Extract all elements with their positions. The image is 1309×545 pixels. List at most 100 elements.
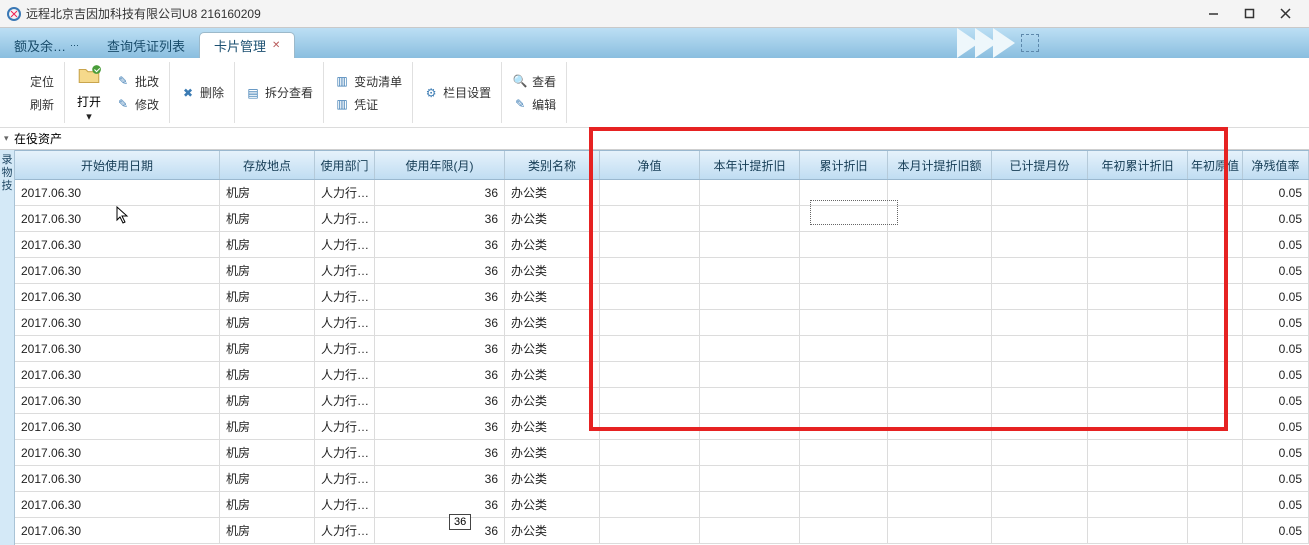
cell-months[interactable]: 36: [375, 336, 505, 361]
cell-monthDep[interactable]: [888, 362, 992, 387]
cell-yearBeginAcc[interactable]: [1088, 180, 1188, 205]
cell-months[interactable]: 36: [375, 180, 505, 205]
cell-location[interactable]: 机房: [220, 414, 315, 439]
cell-yearDep[interactable]: [700, 232, 800, 257]
cell-startDate[interactable]: 2017.06.30: [15, 492, 220, 517]
cell-netValue[interactable]: [600, 336, 700, 361]
tab-1[interactable]: 查询凭证列表: [93, 32, 199, 58]
cell-yearBeginOrig[interactable]: [1188, 388, 1243, 413]
cell-yearBeginAcc[interactable]: [1088, 414, 1188, 439]
col-header-yearDep[interactable]: 本年计提折旧: [700, 151, 800, 179]
table-row[interactable]: 2017.06.30机房人力行…36办公类0.05: [15, 388, 1309, 414]
cell-startDate[interactable]: 2017.06.30: [15, 362, 220, 387]
table-row[interactable]: 2017.06.30机房人力行…36办公类0.05: [15, 258, 1309, 284]
cell-yearBeginOrig[interactable]: [1188, 310, 1243, 335]
table-row[interactable]: 2017.06.30机房人力行…36办公类0.05: [15, 232, 1309, 258]
col-header-startDate[interactable]: 开始使用日期: [15, 151, 220, 179]
cell-dept[interactable]: 人力行…: [315, 284, 375, 309]
cell-monthDep[interactable]: [888, 206, 992, 231]
side-tab[interactable]: 技: [2, 180, 13, 193]
cell-salvageRate[interactable]: 0.05: [1243, 284, 1309, 309]
col-header-monthsCounted[interactable]: 已计提月份: [992, 151, 1088, 179]
col-header-monthDep[interactable]: 本月计提折旧额: [888, 151, 992, 179]
cell-yearBeginOrig[interactable]: [1188, 206, 1243, 231]
cell-months[interactable]: 36: [375, 492, 505, 517]
side-tab[interactable]: 物: [2, 167, 13, 180]
cell-yearBeginAcc[interactable]: [1088, 284, 1188, 309]
cell-yearBeginOrig[interactable]: [1188, 232, 1243, 257]
cell-monthDep[interactable]: [888, 284, 992, 309]
cell-monthsCounted[interactable]: [992, 180, 1088, 205]
cell-monthDep[interactable]: [888, 466, 992, 491]
view-button[interactable]: 🔍查看: [506, 70, 562, 93]
cell-netValue[interactable]: [600, 284, 700, 309]
cell-months[interactable]: 36: [375, 284, 505, 309]
cell-yearDep[interactable]: [700, 518, 800, 543]
cell-startDate[interactable]: 2017.06.30: [15, 258, 220, 283]
cell-category[interactable]: 办公类: [505, 466, 600, 491]
cell-yearBeginOrig[interactable]: [1188, 466, 1243, 491]
cell-location[interactable]: 机房: [220, 284, 315, 309]
cell-netValue[interactable]: [600, 518, 700, 543]
cell-yearBeginAcc[interactable]: [1088, 258, 1188, 283]
change-list-button[interactable]: ▥变动清单: [328, 70, 408, 93]
cell-accDep[interactable]: [800, 258, 888, 283]
cell-monthDep[interactable]: [888, 258, 992, 283]
table-row[interactable]: 2017.06.30机房人力行…36办公类0.05: [15, 362, 1309, 388]
cell-location[interactable]: 机房: [220, 336, 315, 361]
cell-months[interactable]: 36: [375, 362, 505, 387]
cell-monthDep[interactable]: [888, 518, 992, 543]
cell-yearBeginAcc[interactable]: [1088, 518, 1188, 543]
cell-netValue[interactable]: [600, 180, 700, 205]
cell-yearBeginAcc[interactable]: [1088, 466, 1188, 491]
cell-monthsCounted[interactable]: [992, 362, 1088, 387]
cell-months[interactable]: 36: [375, 440, 505, 465]
open-button[interactable]: 打开 ▾: [69, 60, 109, 125]
cell-location[interactable]: 机房: [220, 388, 315, 413]
cell-netValue[interactable]: [600, 362, 700, 387]
cell-location[interactable]: 机房: [220, 466, 315, 491]
cell-startDate[interactable]: 2017.06.30: [15, 466, 220, 491]
cell-yearBeginOrig[interactable]: [1188, 258, 1243, 283]
cell-yearBeginOrig[interactable]: [1188, 362, 1243, 387]
cell-monthsCounted[interactable]: [992, 388, 1088, 413]
cell-category[interactable]: 办公类: [505, 440, 600, 465]
batch-edit-button[interactable]: ✎批改: [109, 70, 165, 93]
cell-category[interactable]: 办公类: [505, 180, 600, 205]
table-row[interactable]: 2017.06.30机房人力行…36办公类0.05: [15, 414, 1309, 440]
cell-location[interactable]: 机房: [220, 258, 315, 283]
cell-monthDep[interactable]: [888, 414, 992, 439]
cell-category[interactable]: 办公类: [505, 414, 600, 439]
cell-dept[interactable]: 人力行…: [315, 258, 375, 283]
cell-dept[interactable]: 人力行…: [315, 440, 375, 465]
cell-accDep[interactable]: [800, 310, 888, 335]
locate-button[interactable]: 定位: [4, 70, 60, 93]
cell-netValue[interactable]: [600, 258, 700, 283]
cell-netValue[interactable]: [600, 492, 700, 517]
cell-salvageRate[interactable]: 0.05: [1243, 258, 1309, 283]
table-row[interactable]: 2017.06.30机房人力行…36办公类0.05: [15, 206, 1309, 232]
cell-yearBeginAcc[interactable]: [1088, 232, 1188, 257]
tab-0[interactable]: 额及余…⋯: [0, 32, 93, 58]
cell-monthDep[interactable]: [888, 388, 992, 413]
cell-accDep[interactable]: [800, 388, 888, 413]
column-settings-button[interactable]: ⚙栏目设置: [417, 81, 497, 104]
cell-startDate[interactable]: 2017.06.30: [15, 310, 220, 335]
cell-netValue[interactable]: [600, 232, 700, 257]
cell-category[interactable]: 办公类: [505, 310, 600, 335]
table-row[interactable]: 2017.06.30机房人力行…36办公类0.05: [15, 180, 1309, 206]
cell-startDate[interactable]: 2017.06.30: [15, 232, 220, 257]
cell-monthsCounted[interactable]: [992, 440, 1088, 465]
cell-category[interactable]: 办公类: [505, 232, 600, 257]
cell-accDep[interactable]: [800, 492, 888, 517]
cell-salvageRate[interactable]: 0.05: [1243, 180, 1309, 205]
cell-monthDep[interactable]: [888, 440, 992, 465]
cell-monthsCounted[interactable]: [992, 206, 1088, 231]
cell-monthsCounted[interactable]: [992, 492, 1088, 517]
cell-dept[interactable]: 人力行…: [315, 310, 375, 335]
cell-accDep[interactable]: [800, 440, 888, 465]
cell-accDep[interactable]: [800, 284, 888, 309]
cell-location[interactable]: 机房: [220, 440, 315, 465]
cell-accDep[interactable]: [800, 232, 888, 257]
cell-months[interactable]: 36: [375, 232, 505, 257]
